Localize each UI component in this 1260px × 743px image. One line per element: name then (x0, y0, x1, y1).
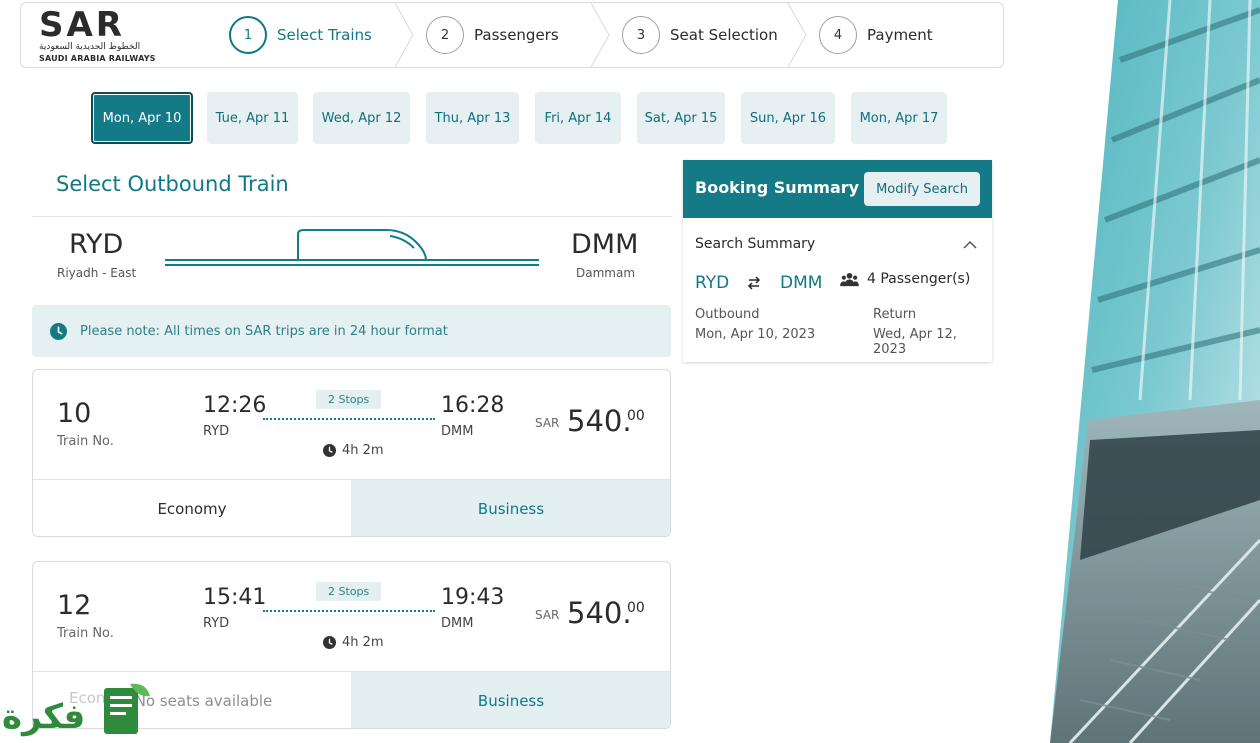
departure-time: 15:41 (203, 585, 267, 610)
price-decimal: 00 (627, 600, 645, 616)
chevron-up-icon[interactable] (963, 240, 977, 250)
summary-origin-code: RYD (695, 273, 730, 293)
step-number: 4 (819, 16, 857, 54)
search-summary-label: Search Summary (695, 236, 816, 252)
step-label: Passengers (474, 26, 559, 44)
price: 540. (567, 596, 632, 630)
date-tab-thu-apr-13[interactable]: Thu, Apr 13 (426, 92, 519, 144)
route-line (263, 418, 435, 420)
duration-text: 4h 2m (342, 443, 384, 458)
currency: SAR (535, 608, 560, 622)
train-card: 10 Train No. 12:26 RYD 2 Stops 16:28 DMM… (32, 369, 671, 537)
departure-time: 12:26 (203, 393, 267, 418)
time-format-note: Please note: All times on SAR trips are … (32, 305, 671, 357)
outbound-label: Outbound (695, 307, 760, 322)
progress-header: SAR الخطوط الحديدية السعودية SAUDI ARABI… (20, 2, 1004, 68)
step-number: 1 (229, 16, 267, 54)
price: 540. (567, 404, 632, 438)
departure-station: RYD (203, 424, 230, 439)
date-tab-mon-apr-10[interactable]: Mon, Apr 10 (91, 92, 193, 144)
arrival-time: 16:28 (441, 393, 505, 418)
no-seats-text: No seats available (134, 691, 273, 710)
summary-header: Booking Summary Modify Search (683, 160, 992, 218)
step-payment[interactable]: 4 Payment (819, 3, 933, 67)
stops-badge: 2 Stops (316, 582, 382, 601)
train-number: 12 (57, 590, 92, 621)
economy-class-button[interactable]: Economy (33, 479, 351, 536)
logo-english-name: SAUDI ARABIA RAILWAYS (39, 54, 156, 63)
step-seat-selection[interactable]: 3 Seat Selection (622, 3, 778, 67)
step-label: Select Trains (277, 26, 372, 44)
destination-name: Dammam (576, 266, 636, 280)
step-divider (590, 3, 610, 67)
section-divider (32, 216, 672, 217)
passenger-count: 4 Passenger(s) (840, 271, 970, 287)
summary-title: Booking Summary (695, 178, 860, 197)
step-number: 2 (426, 16, 464, 54)
date-tab-wed-apr-12[interactable]: Wed, Apr 12 (313, 92, 410, 144)
business-class-button[interactable]: Business (351, 479, 670, 536)
step-passengers[interactable]: 2 Passengers (426, 3, 559, 67)
date-tab-tue-apr-11[interactable]: Tue, Apr 11 (207, 92, 298, 144)
destination-code: DMM (571, 229, 639, 260)
return-date: Wed, Apr 12, 2023 (873, 327, 957, 357)
arrival-time: 19:43 (441, 585, 505, 610)
section-title: Select Outbound Train (56, 172, 289, 196)
origin-code: RYD (69, 229, 124, 260)
logo-arabic-name: الخطوط الحديدية السعودية (39, 42, 141, 52)
clock-icon (323, 636, 336, 649)
note-text: Please note: All times on SAR trips are … (80, 323, 448, 339)
train-number: 10 (57, 398, 92, 429)
sar-logo[interactable]: SAR الخطوط الحديدية السعودية SAUDI ARABI… (39, 5, 156, 65)
date-tab-fri-apr-14[interactable]: Fri, Apr 14 (535, 92, 621, 144)
trip-duration: 4h 2m (323, 635, 384, 650)
price-decimal: 00 (627, 408, 645, 424)
step-divider (394, 3, 414, 67)
date-tab-sun-apr-16[interactable]: Sun, Apr 16 (741, 92, 835, 144)
step-label: Payment (867, 26, 933, 44)
step-select-trains[interactable]: 1 Select Trains (229, 3, 372, 67)
trip-duration: 4h 2m (323, 443, 384, 458)
return-label: Return (873, 307, 917, 322)
duration-text: 4h 2m (342, 635, 384, 650)
watermark-logo: فكرة (2, 683, 150, 737)
clock-icon (50, 322, 67, 340)
step-label: Seat Selection (670, 26, 778, 44)
station-photo (1050, 0, 1260, 743)
stops-badge: 2 Stops (316, 390, 382, 409)
train-number-label: Train No. (57, 434, 114, 449)
business-class-button[interactable]: Business (351, 671, 670, 728)
logo-wordmark: SAR (39, 5, 125, 45)
currency: SAR (535, 416, 560, 430)
watermark-text: فكرة (2, 697, 85, 737)
clock-icon (323, 444, 336, 457)
modify-search-button[interactable]: Modify Search (864, 172, 980, 206)
arrival-station: DMM (441, 424, 474, 439)
date-tab-sat-apr-15[interactable]: Sat, Apr 15 (637, 92, 725, 144)
booking-summary-panel: Booking Summary Modify Search Search Sum… (683, 160, 992, 362)
summary-destination-code: DMM (780, 273, 823, 293)
train-icon (165, 229, 539, 266)
swap-icon (747, 276, 761, 290)
step-divider (787, 3, 807, 67)
route-line (263, 610, 435, 612)
outbound-date: Mon, Apr 10, 2023 (695, 327, 816, 342)
step-number: 3 (622, 16, 660, 54)
passengers-text: 4 Passenger(s) (867, 271, 971, 287)
departure-station: RYD (203, 616, 230, 631)
date-tab-mon-apr-17[interactable]: Mon, Apr 17 (851, 92, 947, 144)
passengers-icon (840, 272, 859, 286)
train-number-label: Train No. (57, 626, 114, 641)
origin-name: Riyadh - East (57, 266, 137, 280)
arrival-station: DMM (441, 616, 474, 631)
